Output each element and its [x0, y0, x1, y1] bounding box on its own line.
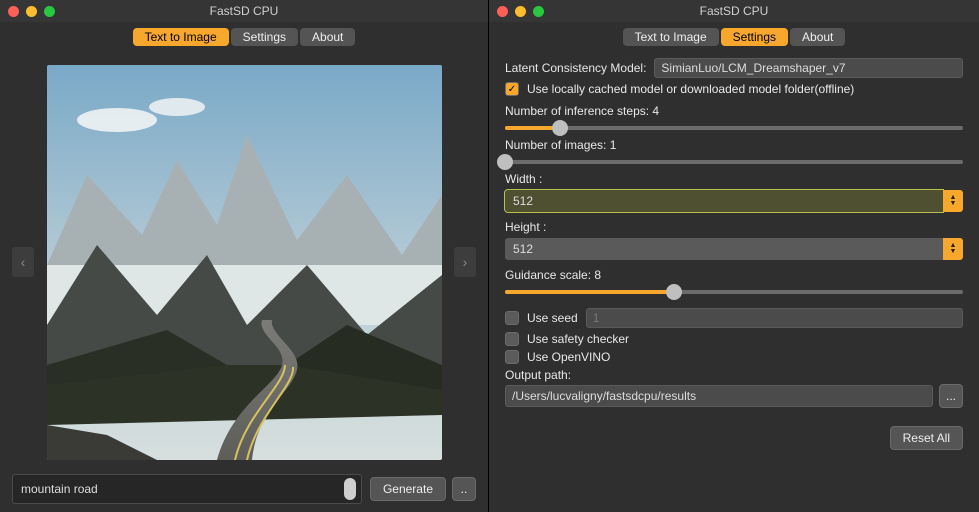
minimize-icon[interactable] [515, 6, 526, 17]
height-label: Height : [505, 220, 963, 234]
height-value: 512 [505, 238, 943, 260]
chevron-right-icon: › [463, 254, 468, 270]
prompt-input[interactable] [12, 474, 362, 504]
more-button[interactable]: .. [452, 477, 476, 501]
tab-settings[interactable]: Settings [231, 28, 298, 46]
tab-about[interactable]: About [300, 28, 355, 46]
guidance-slider[interactable] [505, 290, 963, 294]
width-select[interactable]: 512 ▲▼ [505, 190, 963, 212]
window-text-to-image: FastSD CPU Text to Image Settings About … [0, 0, 489, 512]
use-cache-checkbox[interactable]: ✓ [505, 82, 519, 96]
close-icon[interactable] [497, 6, 508, 17]
browse-button[interactable]: ... [939, 384, 963, 408]
traffic-lights [497, 6, 544, 17]
stepper-arrows-icon[interactable]: ▲▼ [943, 238, 963, 260]
lcm-model-input[interactable] [654, 58, 963, 78]
preview-area: ‹ [12, 58, 476, 466]
output-path-label: Output path: [505, 368, 963, 382]
ellipsis-icon: ... [946, 389, 956, 403]
safety-checkbox[interactable] [505, 332, 519, 346]
guidance-label: Guidance scale: 8 [505, 268, 963, 282]
generated-image [47, 65, 442, 460]
next-image-button[interactable]: › [454, 247, 476, 277]
check-icon: ✓ [508, 84, 516, 95]
width-value: 512 [505, 190, 943, 212]
close-icon[interactable] [8, 6, 19, 17]
tab-about[interactable]: About [790, 28, 845, 46]
titlebar-right: FastSD CPU [489, 0, 979, 22]
minimize-icon[interactable] [26, 6, 37, 17]
use-cache-label: Use locally cached model or downloaded m… [527, 82, 854, 96]
generate-button[interactable]: Generate [370, 477, 446, 501]
zoom-icon[interactable] [533, 6, 544, 17]
stepper-arrows-icon[interactable]: ▲▼ [943, 190, 963, 212]
mic-icon[interactable] [344, 478, 356, 500]
steps-label: Number of inference steps: 4 [505, 104, 963, 118]
tabs-left: Text to Image Settings About [0, 26, 488, 48]
height-select[interactable]: 512 ▲▼ [505, 238, 963, 260]
titlebar-left: FastSD CPU [0, 0, 488, 22]
num-images-label: Number of images: 1 [505, 138, 963, 152]
tab-text-to-image[interactable]: Text to Image [133, 28, 229, 46]
safety-label: Use safety checker [527, 332, 629, 346]
use-seed-label: Use seed [527, 311, 578, 325]
num-images-slider[interactable] [505, 160, 963, 164]
prev-image-button[interactable]: ‹ [12, 247, 34, 277]
openvino-label: Use OpenVINO [527, 350, 610, 364]
width-label: Width : [505, 172, 963, 186]
window-title: FastSD CPU [0, 4, 488, 18]
steps-slider[interactable] [505, 126, 963, 130]
slider-thumb-icon[interactable] [497, 154, 513, 170]
window-title: FastSD CPU [489, 4, 979, 18]
openvino-checkbox[interactable] [505, 350, 519, 364]
lcm-model-label: Latent Consistency Model: [505, 61, 646, 75]
traffic-lights [8, 6, 55, 17]
ellipsis-icon: .. [461, 482, 468, 496]
chevron-left-icon: ‹ [21, 254, 26, 270]
seed-input[interactable] [586, 308, 963, 328]
tabs-right: Text to Image Settings About [489, 26, 979, 48]
slider-thumb-icon[interactable] [552, 120, 568, 136]
zoom-icon[interactable] [44, 6, 55, 17]
tab-settings[interactable]: Settings [721, 28, 788, 46]
use-seed-checkbox[interactable] [505, 311, 519, 325]
output-path-input[interactable] [505, 385, 933, 407]
slider-thumb-icon[interactable] [666, 284, 682, 300]
tab-text-to-image[interactable]: Text to Image [623, 28, 719, 46]
reset-all-button[interactable]: Reset All [890, 426, 963, 450]
window-settings: FastSD CPU Text to Image Settings About … [489, 0, 979, 512]
